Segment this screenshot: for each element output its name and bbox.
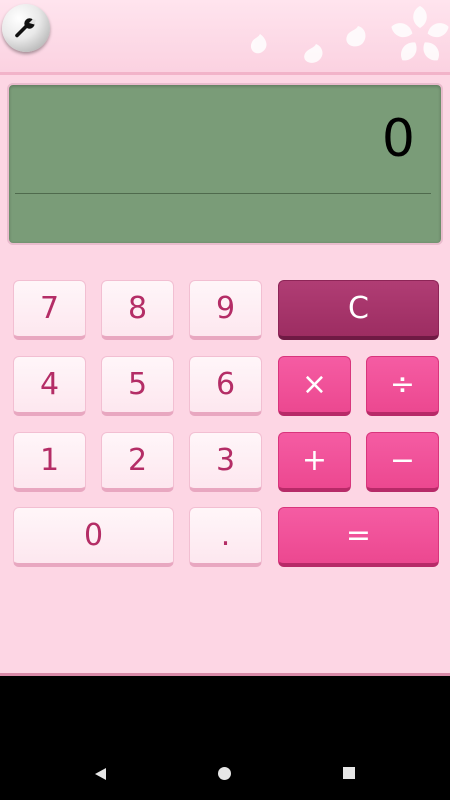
multiply-button[interactable]: × xyxy=(278,356,351,416)
settings-button[interactable] xyxy=(2,4,50,52)
key-4[interactable]: 4 xyxy=(13,356,86,416)
key-9[interactable]: 9 xyxy=(189,280,262,340)
key-5[interactable]: 5 xyxy=(101,356,174,416)
wrench-icon xyxy=(15,18,36,38)
key-0[interactable]: 0 xyxy=(13,507,174,567)
home-circle-icon[interactable] xyxy=(218,767,231,780)
display-divider xyxy=(15,193,431,194)
decimal-button[interactable]: . xyxy=(189,507,262,567)
key-7[interactable]: 7 xyxy=(13,280,86,340)
recents-square-icon[interactable] xyxy=(343,767,355,779)
plus-button[interactable]: + xyxy=(278,432,351,492)
calculator-app: 0 7 8 9 C 4 5 6 × ÷ 1 2 3 + − 0 . = xyxy=(0,0,450,676)
key-2[interactable]: 2 xyxy=(101,432,174,492)
back-triangle-icon[interactable] xyxy=(94,767,108,781)
top-bar xyxy=(0,0,450,75)
equals-button[interactable]: = xyxy=(278,507,439,567)
key-1[interactable]: 1 xyxy=(13,432,86,492)
minus-button[interactable]: − xyxy=(366,432,439,492)
system-navigation-bar xyxy=(0,745,450,800)
cherry-blossom-decoration xyxy=(250,6,449,63)
clear-button[interactable]: C xyxy=(278,280,439,340)
calculator-display: 0 xyxy=(7,83,443,245)
display-value: 0 xyxy=(381,109,415,169)
key-3[interactable]: 3 xyxy=(189,432,262,492)
key-8[interactable]: 8 xyxy=(101,280,174,340)
divide-button[interactable]: ÷ xyxy=(366,356,439,416)
key-6[interactable]: 6 xyxy=(189,356,262,416)
